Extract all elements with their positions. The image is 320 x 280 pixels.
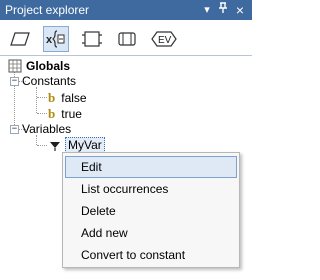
variable-x-icon: x (46, 30, 65, 48)
tree-connector (37, 97, 47, 98)
tree-root-globals[interactable]: Globals (8, 58, 70, 74)
variables-tool-button[interactable]: x (43, 26, 69, 52)
menu-item-add-new[interactable]: Add new (65, 222, 237, 244)
box-icon (82, 31, 102, 47)
tree-item-constant-false[interactable]: b false (48, 90, 87, 106)
explorer-titlebar: Project explorer ▾ × (0, 0, 252, 20)
ev-icon: EV (151, 31, 177, 47)
tree-item-myvar[interactable]: MyVar (48, 137, 105, 153)
events-tool-button[interactable]: EV (149, 26, 179, 52)
frames-tool-button[interactable] (7, 26, 33, 52)
context-menu: Edit List occurrences Delete Add new Con… (62, 152, 240, 268)
tree-root-label: Globals (26, 59, 71, 73)
tree-connector (36, 87, 37, 113)
variables-collapse-toggle[interactable]: − (10, 125, 19, 134)
components-tool-button[interactable] (114, 26, 140, 52)
dropdown-icon[interactable]: ▾ (200, 2, 214, 18)
objects-tool-button[interactable] (79, 26, 105, 52)
close-icon[interactable]: × (233, 2, 247, 18)
menu-item-delete[interactable]: Delete (65, 200, 237, 222)
pin-icon[interactable] (216, 2, 230, 18)
constants-collapse-toggle[interactable]: − (10, 77, 19, 86)
explorer-toolbar: x EV (0, 20, 252, 56)
tree-item-constants[interactable]: Constants (22, 73, 76, 89)
variables-label: Variables (22, 122, 72, 136)
cylinder-icon (118, 32, 136, 46)
boolean-icon: b (48, 106, 56, 121)
parallelogram-icon (10, 32, 30, 46)
menu-item-edit[interactable]: Edit (65, 156, 237, 178)
constants-label: Constants (22, 74, 77, 88)
tree-grid-icon (8, 59, 22, 73)
variable-icon (50, 142, 60, 151)
constant-label: false (61, 91, 87, 105)
tree-connector (37, 145, 47, 146)
selected-variable-label: MyVar (65, 137, 105, 153)
menu-item-convert-to-constant[interactable]: Convert to constant (65, 244, 237, 266)
ev-label: EV (158, 35, 172, 46)
window-title: Project explorer (5, 3, 90, 17)
constant-label: true (61, 107, 82, 121)
tree-connector (37, 113, 47, 114)
tree-item-variables[interactable]: Variables (22, 121, 71, 137)
svg-text:x: x (46, 34, 53, 46)
menu-item-list-occurrences[interactable]: List occurrences (65, 178, 237, 200)
tree-item-constant-true[interactable]: b true (48, 106, 82, 122)
boolean-icon: b (48, 90, 56, 105)
